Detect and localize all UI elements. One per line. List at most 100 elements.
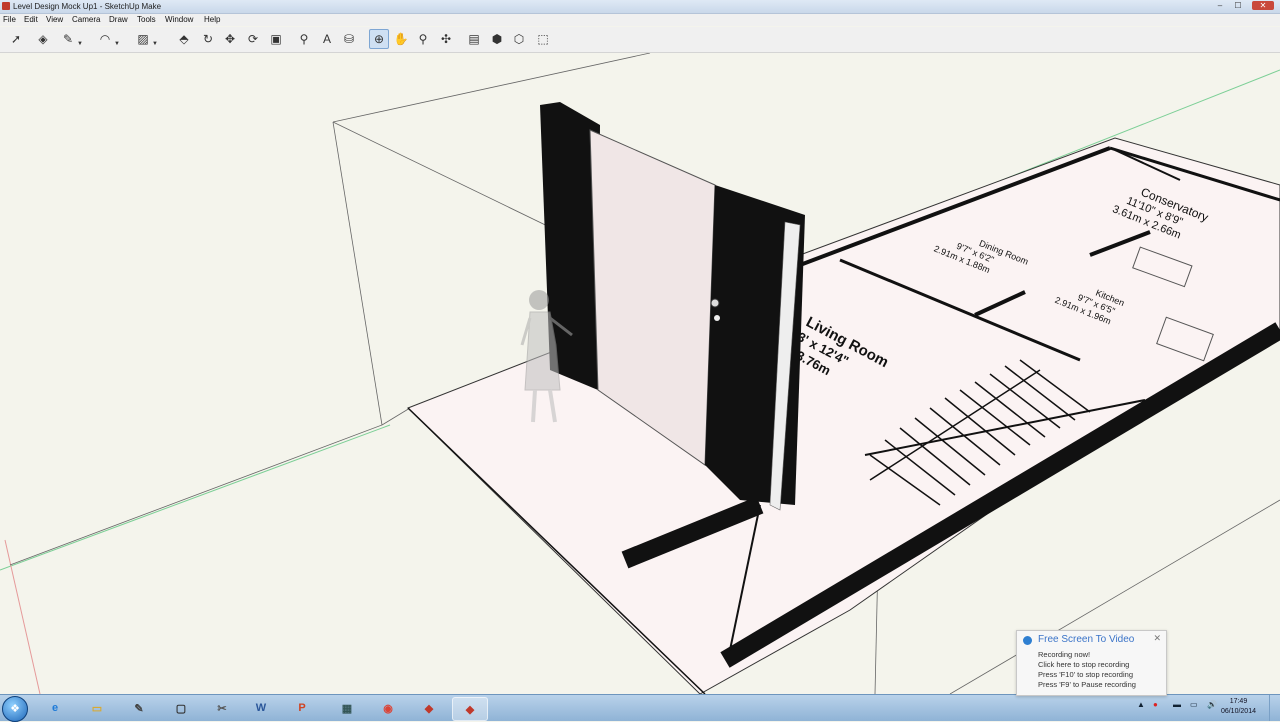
taskbar-sketchup[interactable]: ◆ [452, 697, 488, 721]
taskbar-pen-tablet[interactable]: ✎ [122, 697, 156, 719]
pencil-tool[interactable]: ✎ ▼ [60, 31, 83, 47]
clock-time: 17:49 [1229, 698, 1248, 705]
taskbar-powerpoint[interactable]: P [285, 697, 319, 719]
recorder-icon [1023, 636, 1032, 645]
model-viewport[interactable]: Conservatory 11'10" x 8'9" 3.61m x 2.66m… [0, 53, 1280, 694]
generic-window-icon: ▢ [175, 702, 187, 715]
chevron-down-icon[interactable]: ▼ [114, 36, 120, 52]
notification-line[interactable]: Click here to stop recording [1038, 660, 1129, 669]
push-pull-tool[interactable]: ⬘ [176, 31, 192, 47]
clock-date: 06/10/2014 [1220, 708, 1256, 715]
monitor-icon: ▦ [341, 702, 353, 715]
zoom-tool[interactable]: ⚲ [415, 31, 431, 47]
tape-measure-icon: ⚲ [299, 32, 309, 46]
sketchup-app-icon [2, 2, 10, 10]
taskbar-word[interactable]: W [244, 697, 278, 719]
start-button[interactable]: ❖ [2, 696, 28, 722]
volume-icon[interactable]: 🔊 [1207, 700, 1217, 709]
taskbar-monitor[interactable]: ▦ [330, 697, 364, 719]
taskbar-chrome[interactable]: ◉ [371, 697, 405, 719]
show-hidden-icons[interactable]: ▲ [1137, 700, 1145, 709]
disabled-tool[interactable]: ⬚ [535, 31, 551, 47]
system-clock[interactable]: 17:49 06/10/2014 [1221, 697, 1256, 717]
title-bar: Level Design Mock Up1 - SketchUp Make – … [0, 0, 1280, 14]
zoom-extents-icon: ✣ [440, 32, 452, 46]
scene-canvas: Conservatory 11'10" x 8'9" 3.61m x 2.66m… [0, 53, 1280, 694]
main-toolbar: ➚ ◈ ✎ ▼ ◠ ▼ ▨ ▼ ⬘ ↻ ✥ ⟳ ▣ ⚲ A ⛁ ⊕ ✋ ⚲ ✣ ▤ ⬢ ⬡ ⬚ [0, 27, 1280, 53]
sketchup-icon: ◆ [465, 703, 475, 716]
menu-draw[interactable]: Draw [109, 14, 128, 26]
follow-me-tool[interactable]: ↻ [200, 31, 216, 47]
text-tool[interactable]: A [319, 31, 335, 47]
component-tool[interactable]: ⬢ [489, 31, 505, 47]
disabled-icon: ⬚ [537, 32, 549, 46]
text-icon: A [322, 32, 331, 46]
windows-taskbar: ❖ e ▭ ✎ ▢ ✂ W P ▦ ◉ ◆ ◆ ▲ ● ▬ ▭ 🔊 17:49 06/10/2014 [0, 694, 1280, 722]
paint-icon: ✂ [217, 702, 227, 715]
show-desktop-button[interactable] [1269, 695, 1280, 721]
tape-measure-tool[interactable]: ⚲ [296, 31, 312, 47]
sketchup-red-icon: ◆ [424, 702, 434, 715]
menu-tools[interactable]: Tools [137, 14, 156, 26]
notification-close-button[interactable]: ✕ [1153, 633, 1161, 644]
close-button[interactable]: ✕ [1252, 1, 1274, 10]
eraser-tool[interactable]: ◈ [35, 31, 51, 47]
menu-camera[interactable]: Camera [72, 14, 100, 26]
internet-explorer-icon: e [51, 702, 59, 714]
chevron-down-icon[interactable]: ▼ [152, 36, 158, 52]
recording-indicator-icon[interactable]: ● [1153, 700, 1158, 709]
word-icon: W [255, 702, 267, 714]
red-axis-line [4, 539, 41, 694]
select-icon: ➚ [10, 32, 22, 46]
pan-tool[interactable]: ✋ [393, 31, 409, 47]
rotate-icon: ⟳ [247, 32, 259, 46]
scale-icon: ▣ [270, 32, 282, 46]
chevron-down-icon[interactable]: ▼ [77, 36, 83, 52]
select-tool[interactable]: ➚ [8, 31, 24, 47]
zoom-extents-tool[interactable]: ✣ [438, 31, 454, 47]
arc-icon: ◠ [99, 32, 111, 46]
maximize-button[interactable]: ☐ [1233, 1, 1243, 10]
network-icon[interactable]: ▭ [1190, 700, 1198, 709]
tray-app-icon[interactable]: ▬ [1173, 700, 1181, 709]
rectangle-icon: ▨ [137, 32, 149, 46]
taskbar-file-explorer[interactable]: ▭ [80, 697, 114, 719]
extension-icon: ⬡ [513, 32, 525, 46]
chrome-icon: ◉ [383, 702, 393, 715]
door-keyhole [714, 315, 720, 321]
paint-bucket-tool[interactable]: ⛁ [341, 31, 357, 47]
recording-notification[interactable]: Free Screen To Video ✕ Recording now! Cl… [1016, 630, 1167, 696]
component-icon: ⬢ [491, 32, 503, 46]
orbit-tool[interactable]: ⊕ [369, 29, 389, 49]
taskbar-sketchup-red[interactable]: ◆ [412, 697, 446, 719]
rectangle-tool[interactable]: ▨ ▼ [135, 31, 158, 47]
pan-icon: ✋ [393, 32, 409, 46]
window-title: Level Design Mock Up1 - SketchUp Make [13, 2, 162, 11]
notification-line: Recording now! [1038, 650, 1091, 659]
menu-file[interactable]: File [3, 14, 16, 26]
taskbar-paint[interactable]: ✂ [205, 697, 239, 719]
notification-line: Press 'F9' to Pause recording [1038, 680, 1136, 689]
taskbar-generic-window[interactable]: ▢ [164, 697, 198, 719]
arc-tool[interactable]: ◠ ▼ [97, 31, 120, 47]
warehouse-tool[interactable]: ▤ [466, 31, 482, 47]
notification-line: Press 'F10' to stop recording [1038, 670, 1133, 679]
taskbar-internet-explorer[interactable]: e [38, 697, 72, 719]
pencil-icon: ✎ [62, 32, 74, 46]
follow-me-icon: ↻ [202, 32, 214, 46]
move-tool[interactable]: ✥ [222, 31, 238, 47]
eraser-icon: ◈ [38, 32, 48, 46]
zoom-icon: ⚲ [418, 32, 428, 46]
minimize-button[interactable]: – [1215, 1, 1225, 10]
paint-bucket-icon: ⛁ [343, 32, 355, 46]
rotate-tool[interactable]: ⟳ [245, 31, 261, 47]
menu-window[interactable]: Window [165, 14, 193, 26]
menu-edit[interactable]: Edit [24, 14, 38, 26]
menu-view[interactable]: View [46, 14, 63, 26]
push-pull-icon: ⬘ [179, 32, 189, 46]
menu-help[interactable]: Help [204, 14, 220, 26]
warehouse-icon: ▤ [468, 32, 480, 46]
extension-tool[interactable]: ⬡ [511, 31, 527, 47]
notification-title: Free Screen To Video [1038, 634, 1135, 645]
scale-tool[interactable]: ▣ [268, 31, 284, 47]
